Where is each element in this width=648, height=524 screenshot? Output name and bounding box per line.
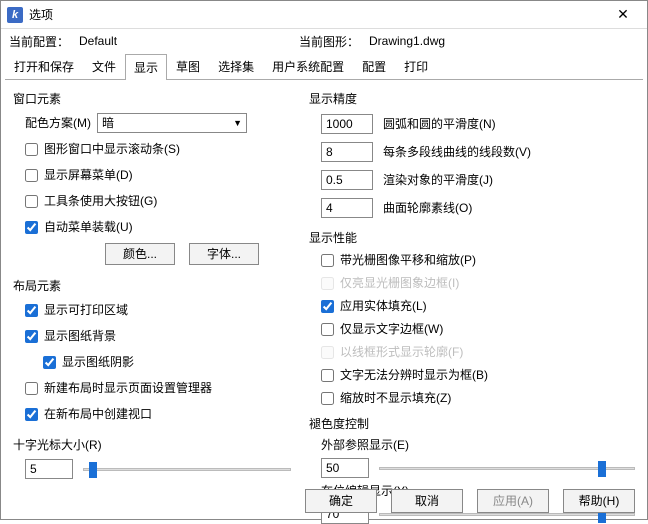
group-display-performance: 显示性能 — [309, 229, 635, 246]
polyline-segs-label: 每条多段线曲线的线段数(V) — [383, 141, 531, 163]
tab-user-pref[interactable]: 用户系统配置 — [263, 53, 353, 79]
colors-button[interactable]: 颜色... — [105, 243, 175, 265]
cb-no-fill-zoom[interactable]: 缩放时不显示填充(Z) — [321, 390, 635, 407]
current-drawing-label: 当前图形： — [299, 33, 369, 50]
xref-fade-label: 外部参照显示(E) — [321, 438, 635, 452]
cb-page-setup-mgr[interactable]: 新建布局时显示页面设置管理器 — [25, 378, 291, 398]
cancel-button[interactable]: 取消 — [391, 489, 463, 513]
tab-display[interactable]: 显示 — [125, 54, 167, 80]
tab-open-save[interactable]: 打开和保存 — [5, 53, 83, 79]
cursor-size-label: 十字光标大小(R) — [13, 436, 291, 453]
arc-smoothness-label: 圆弧和圆的平滑度(N) — [383, 113, 496, 135]
tab-plot[interactable]: 打印 — [395, 53, 437, 79]
tab-profiles[interactable]: 配置 — [353, 53, 395, 79]
cb-screen-menu[interactable]: 显示屏幕菜单(D) — [25, 165, 291, 185]
chevron-down-icon: ▼ — [233, 113, 242, 133]
tab-files[interactable]: 文件 — [83, 53, 125, 79]
help-button[interactable]: 帮助(H) — [563, 489, 635, 513]
cb-text-as-box[interactable]: 文字无法分辨时显示为框(B) — [321, 367, 635, 384]
current-drawing-value: Drawing1.dwg — [369, 34, 549, 48]
cb-create-viewport[interactable]: 在新布局中创建视口 — [25, 404, 291, 424]
cb-wireframe-sil: 以线框形式显示轮廓(F) — [321, 344, 635, 361]
cb-paper-shadow[interactable]: 显示图纸阴影 — [43, 352, 291, 372]
fonts-button[interactable]: 字体... — [189, 243, 259, 265]
close-button[interactable]: ✕ — [605, 6, 641, 23]
render-smooth-label: 渲染对象的平滑度(J) — [383, 169, 493, 191]
cb-text-frame[interactable]: 仅显示文字边框(W) — [321, 321, 635, 338]
config-row: 当前配置： Default 当前图形： Drawing1.dwg — [1, 29, 647, 53]
group-display-precision: 显示精度 — [309, 90, 635, 107]
apply-button[interactable]: 应用(A) — [477, 489, 549, 513]
current-config-label: 当前配置： — [9, 33, 79, 50]
cursor-size-slider[interactable] — [83, 460, 291, 478]
window-title: 选项 — [29, 6, 53, 23]
current-config-value: Default — [79, 34, 259, 48]
titlebar: k 选项 ✕ — [1, 1, 647, 29]
group-window-elements: 窗口元素 — [13, 90, 291, 107]
xref-fade-slider[interactable] — [379, 459, 635, 477]
tabstrip: 打开和保存 文件 显示 草图 选择集 用户系统配置 配置 打印 — [5, 53, 643, 80]
cb-pan-zoom-raster[interactable]: 带光栅图像平移和缩放(P) — [321, 252, 635, 269]
cb-highlight-raster: 仅亮显光栅图象边框(I) — [321, 275, 635, 292]
dialog-footer: 确定 取消 应用(A) 帮助(H) — [305, 489, 635, 513]
cb-solid-fill[interactable]: 应用实体填充(L) — [321, 298, 635, 315]
group-fade-control: 褪色度控制 — [309, 415, 635, 432]
group-layout-elements: 布局元素 — [13, 277, 291, 294]
contour-lines-input[interactable]: 4 — [321, 198, 373, 218]
color-scheme-select[interactable]: 暗 ▼ — [97, 113, 247, 133]
cb-scrollbars[interactable]: 图形窗口中显示滚动条(S) — [25, 139, 291, 159]
color-scheme-label: 配色方案(M) — [25, 113, 91, 133]
arc-smoothness-input[interactable]: 1000 — [321, 114, 373, 134]
polyline-segs-input[interactable]: 8 — [321, 142, 373, 162]
xref-fade-input[interactable]: 50 — [321, 458, 369, 478]
tab-selection[interactable]: 选择集 — [209, 53, 263, 79]
cb-printable-area[interactable]: 显示可打印区域 — [25, 300, 291, 320]
cb-large-buttons[interactable]: 工具条使用大按钮(G) — [25, 191, 291, 211]
contour-lines-label: 曲面轮廓素线(O) — [383, 197, 472, 219]
cb-paper-bg[interactable]: 显示图纸背景 — [25, 326, 291, 346]
tab-drafting[interactable]: 草图 — [167, 53, 209, 79]
render-smooth-input[interactable]: 0.5 — [321, 170, 373, 190]
color-scheme-value: 暗 — [102, 113, 114, 133]
app-icon: k — [7, 7, 23, 23]
ok-button[interactable]: 确定 — [305, 489, 377, 513]
cursor-size-input[interactable]: 5 — [25, 459, 73, 479]
cb-autoload-menu[interactable]: 自动菜单装载(U) — [25, 217, 291, 237]
